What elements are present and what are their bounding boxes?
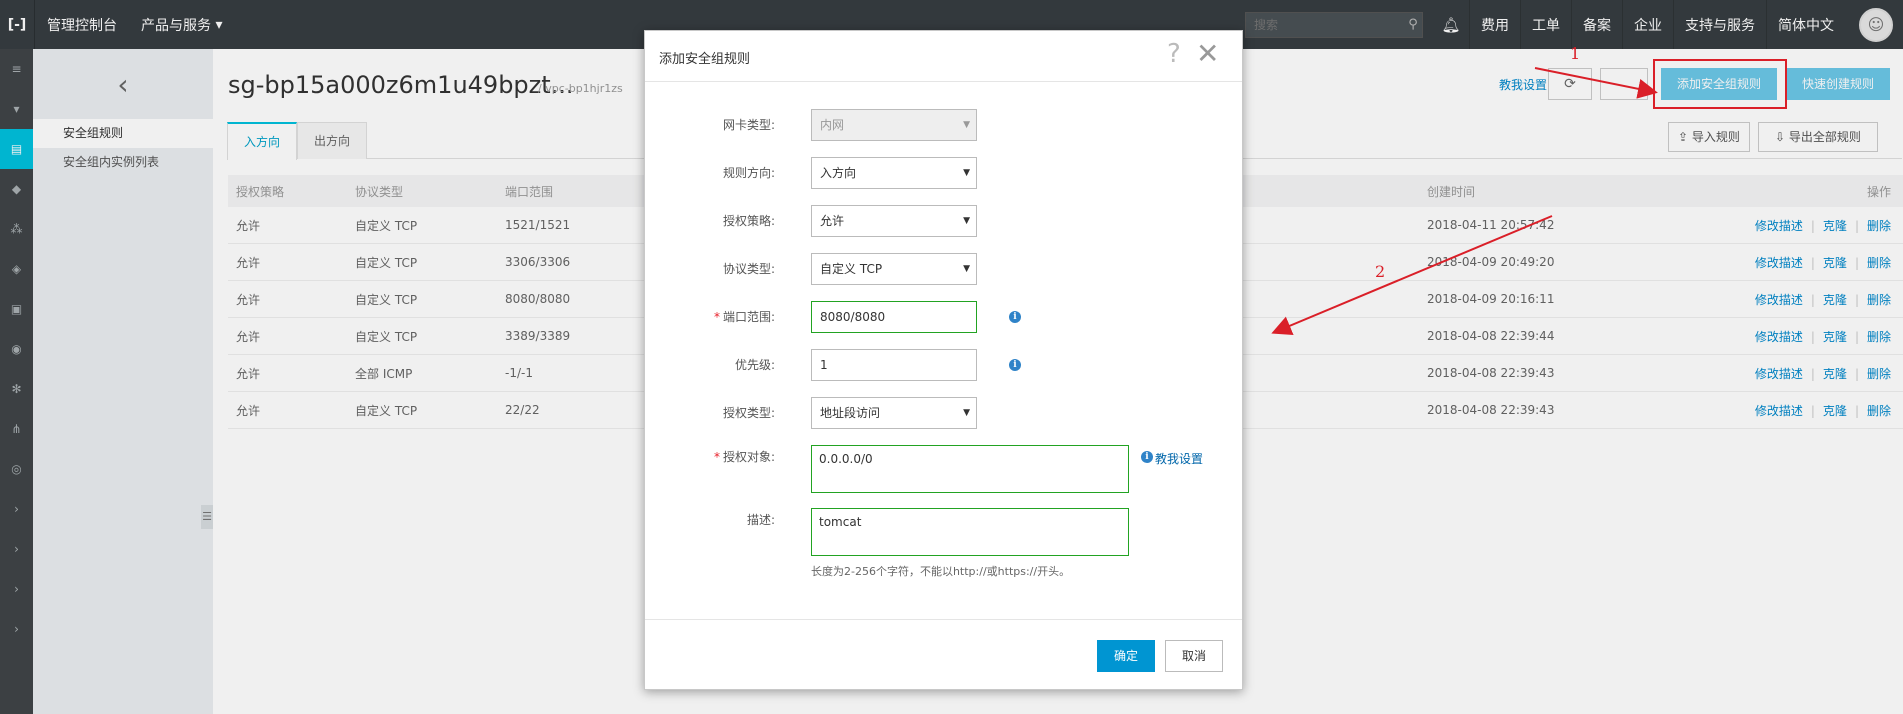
row-priority: 优先级: i — [645, 349, 1244, 381]
priority-label: 优先级: — [734, 358, 775, 372]
chevron-down-icon: ▼ — [963, 216, 970, 226]
chevron-down-icon: ▼ — [963, 264, 970, 274]
port-range-input[interactable] — [811, 301, 977, 333]
close-icon[interactable]: ✕ — [1196, 37, 1219, 70]
port-label-text: 端口范围: — [722, 310, 775, 324]
dialog-title: 添加安全组规则 — [659, 52, 751, 67]
add-rule-dialog: 添加安全组规则 ? ✕ 网卡类型: 内网 ▼ 规则方向: 入方向 ▼ 授权策略: 允… — [644, 30, 1243, 690]
row-auth-type: 授权类型: 地址段访问 ▼ — [645, 397, 1244, 429]
row-policy: 授权策略: 允许 ▼ — [645, 205, 1244, 237]
required-mark: * — [713, 310, 720, 324]
chevron-down-icon: ▼ — [963, 408, 970, 418]
auth-type-select[interactable]: 地址段访问 ▼ — [811, 397, 977, 429]
direction-select[interactable]: 入方向 ▼ — [811, 157, 977, 189]
cancel-button[interactable]: 取消 — [1165, 640, 1223, 672]
info-icon[interactable]: i — [1009, 311, 1021, 323]
row-nic-type: 网卡类型: 内网 ▼ — [645, 109, 1244, 141]
row-description: 描述: tomcat — [645, 508, 1244, 556]
row-protocol: 协议类型: 自定义 TCP ▼ — [645, 253, 1244, 285]
required-mark: * — [713, 450, 720, 464]
teach-me-link[interactable]: 教我设置 — [1155, 450, 1203, 467]
row-port: *端口范围: i — [645, 301, 1244, 333]
confirm-button[interactable]: 确定 — [1097, 640, 1155, 672]
chevron-down-icon: ▼ — [963, 120, 970, 130]
direction-value: 入方向 — [820, 166, 857, 180]
policy-label: 授权策略: — [722, 214, 775, 228]
nic-type-label: 网卡类型: — [722, 118, 775, 132]
help-icon[interactable]: ? — [1167, 39, 1181, 69]
protocol-value: 自定义 TCP — [820, 262, 883, 276]
description-textarea[interactable]: tomcat — [811, 508, 1129, 556]
row-direction: 规则方向: 入方向 ▼ — [645, 157, 1244, 189]
port-label: * 端口范围: — [645, 301, 775, 333]
auth-type-label: 授权类型: — [722, 406, 775, 420]
auth-type-value: 地址段访问 — [820, 406, 881, 420]
info-icon: i — [1141, 451, 1153, 463]
nic-type-select: 内网 ▼ — [811, 109, 977, 141]
row-auth-object: * 授权对象: 0.0.0.0/0 i 教我设置 — [645, 445, 1244, 493]
auth-object-label-text: 授权对象: — [722, 450, 775, 464]
nic-type-value: 内网 — [820, 118, 845, 132]
info-icon[interactable]: i — [1009, 359, 1021, 371]
dialog-header: 添加安全组规则 ? ✕ — [645, 31, 1242, 82]
description-label: 描述: — [746, 513, 775, 527]
auth-object-label: * 授权对象: — [645, 445, 775, 469]
protocol-label: 协议类型: — [722, 262, 775, 276]
protocol-select[interactable]: 自定义 TCP ▼ — [811, 253, 977, 285]
chevron-down-icon: ▼ — [963, 168, 970, 178]
auth-object-textarea[interactable]: 0.0.0.0/0 — [811, 445, 1129, 493]
description-hint: 长度为2-256个字符，不能以http://或https://开头。 — [811, 565, 1071, 578]
priority-input[interactable] — [811, 349, 977, 381]
direction-label: 规则方向: — [722, 166, 775, 180]
policy-value: 允许 — [820, 214, 845, 228]
policy-select[interactable]: 允许 ▼ — [811, 205, 977, 237]
dialog-footer: 确定 取消 — [645, 619, 1242, 690]
